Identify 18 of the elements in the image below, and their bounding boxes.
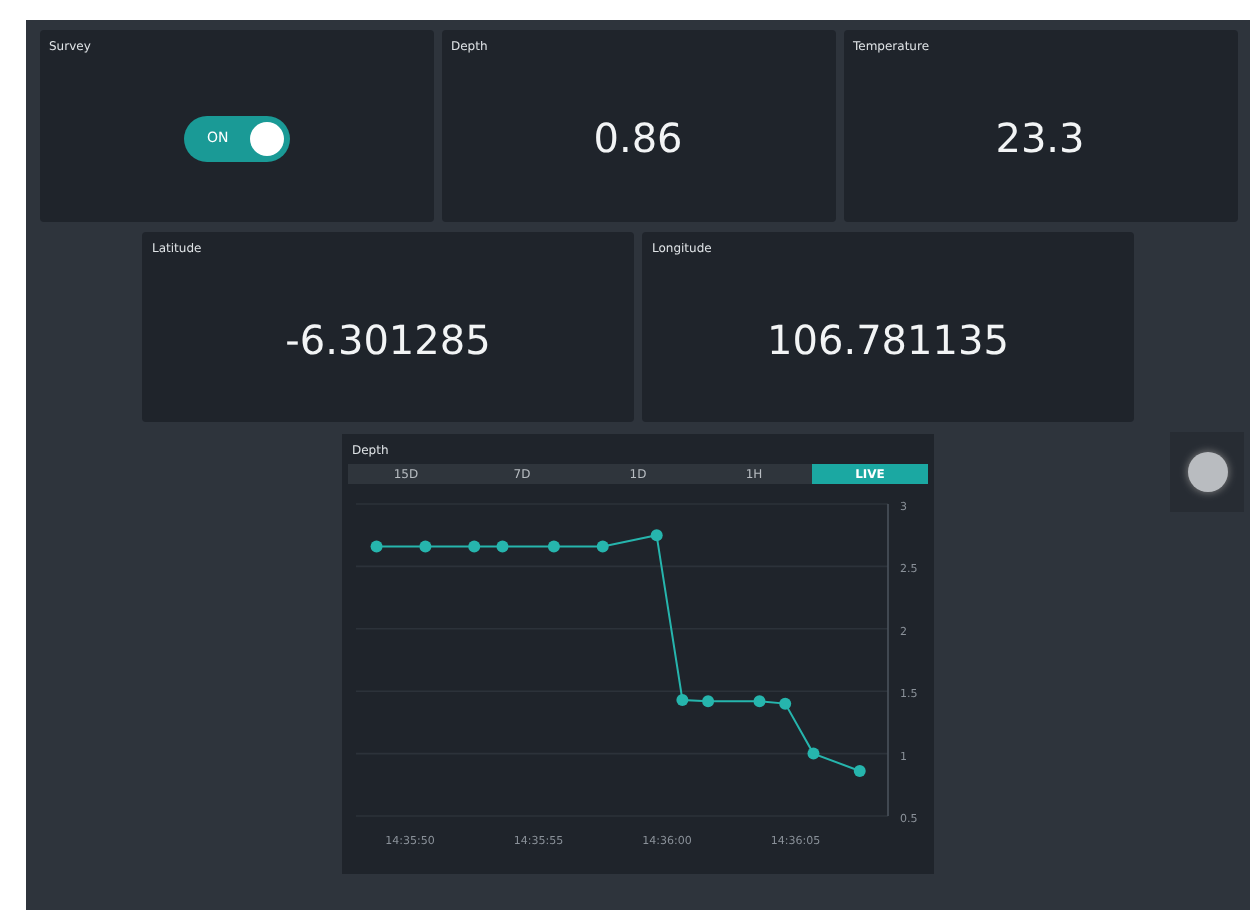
data-point (753, 695, 766, 708)
data-point (468, 540, 481, 553)
value-text: 0.86 (593, 114, 683, 162)
data-point (702, 695, 715, 708)
data-point (676, 693, 689, 706)
data-point (650, 529, 663, 542)
data-point (853, 765, 866, 778)
data-point (370, 540, 383, 553)
data-point (496, 540, 509, 553)
floating-button[interactable] (1170, 432, 1244, 512)
data-point (547, 540, 560, 553)
data-point (596, 540, 609, 553)
value-text: 106.781135 (767, 315, 1009, 363)
data-point (779, 697, 792, 710)
data-point (419, 540, 432, 553)
data-point (807, 747, 820, 760)
value-text: 23.3 (995, 114, 1085, 162)
value-text: -6.301285 (285, 315, 491, 363)
